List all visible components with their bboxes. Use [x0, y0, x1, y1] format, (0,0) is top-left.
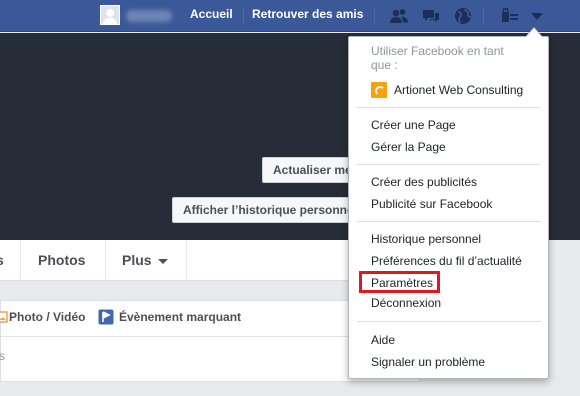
photo-video-button[interactable]: Photo / Vidéo: [9, 310, 85, 324]
account-menu-chevron-icon[interactable]: [527, 6, 547, 26]
account-dropdown-menu: Utiliser Facebook en tant que : Artionet…: [348, 36, 549, 379]
menu-item-create-page[interactable]: Créer une Page: [371, 118, 456, 132]
photo-icon: [0, 309, 9, 325]
tab-photos[interactable]: Photos: [38, 240, 85, 280]
menu-divider: [357, 107, 541, 108]
menu-divider: [357, 164, 541, 165]
menu-item-news-feed-preferences[interactable]: Préférences du fil d’actualité: [371, 254, 522, 268]
chevron-down-icon: [157, 258, 168, 264]
tab-divider: [105, 240, 106, 280]
page-logo-icon: [371, 82, 387, 98]
find-friends-link[interactable]: Retrouver des amis: [252, 7, 363, 21]
blurred-username[interactable]: [126, 10, 172, 22]
menu-divider: [357, 321, 541, 322]
menu-item-logout[interactable]: Déconnexion: [371, 296, 441, 310]
menu-item-report-problem[interactable]: Signaler un problème: [371, 355, 485, 369]
menu-divider: [357, 221, 541, 222]
tab-more[interactable]: Plus: [122, 240, 168, 280]
use-as-heading-line2: que :: [371, 58, 398, 72]
tab-more-label: Plus: [122, 252, 152, 268]
tab-divider: [186, 240, 187, 280]
privacy-shortcuts-icon[interactable]: [500, 6, 520, 26]
profile-avatar[interactable]: [100, 5, 120, 25]
friend-requests-icon[interactable]: [389, 6, 409, 26]
topbar-divider: [483, 8, 484, 24]
life-event-button[interactable]: Évènement marquant: [119, 310, 241, 324]
tab-partial[interactable]: s: [0, 240, 4, 280]
home-link[interactable]: Accueil: [190, 7, 233, 21]
menu-item-help[interactable]: Aide: [371, 333, 395, 347]
menu-item-artionet-page[interactable]: Artionet Web Consulting: [394, 83, 523, 97]
life-event-flag-icon: [98, 309, 114, 325]
menu-arrow-fill: [526, 28, 542, 37]
notifications-globe-icon[interactable]: [453, 6, 473, 26]
tab-divider: [20, 240, 21, 280]
composer-placeholder[interactable]: s: [0, 349, 5, 363]
menu-item-create-ads[interactable]: Créer des publicités: [371, 175, 477, 189]
menu-item-advertising[interactable]: Publicité sur Facebook: [371, 197, 492, 211]
use-as-heading-line1: Utiliser Facebook en tant: [371, 44, 504, 58]
menu-item-activity-log[interactable]: Historique personnel: [371, 232, 481, 246]
messages-icon[interactable]: [421, 6, 441, 26]
topbar-divider: [374, 8, 375, 24]
settings-highlight-box: [359, 271, 440, 293]
topbar-divider: [243, 8, 244, 24]
top-navigation-bar: Accueil Retrouver des amis: [0, 0, 580, 32]
menu-item-manage-page[interactable]: Gérer la Page: [371, 140, 446, 154]
